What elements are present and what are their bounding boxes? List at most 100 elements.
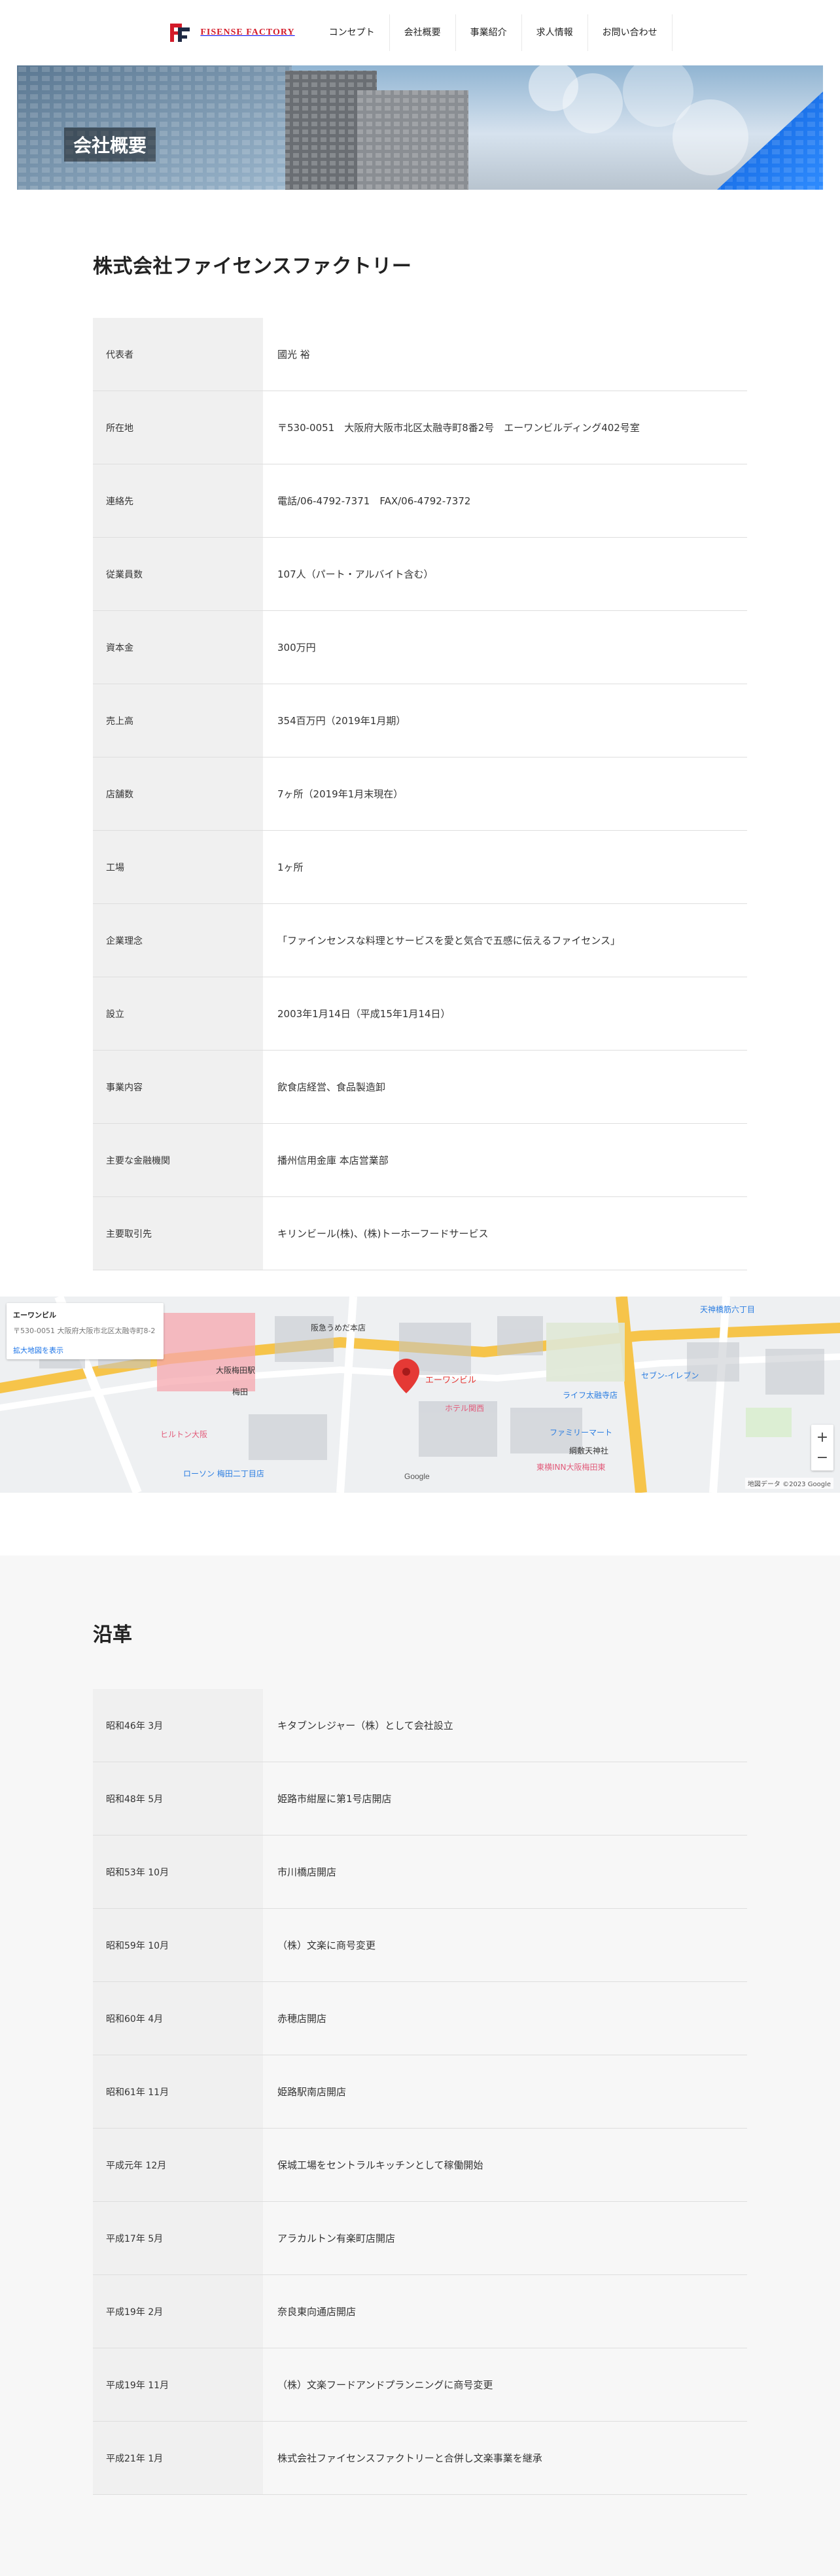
nav-business[interactable]: 事業紹介	[456, 14, 522, 51]
company-name: 株式会社ファイセンスファクトリー	[93, 255, 412, 278]
history-row: 平成21年 1月 株式会社ファイセンスファクトリーと合併し文楽事業を継承	[93, 2421, 747, 2495]
map-zoom-controls[interactable]: + −	[811, 1425, 833, 1471]
history-row: 昭和60年 4月 赤穂店開店	[93, 1981, 747, 2055]
map-pin-label: エーワンビル	[425, 1376, 476, 1385]
history-date: 昭和53年 10月	[93, 1835, 263, 1909]
history-row: 平成19年 11月 （株）文楽フードアンドプランニングに商号変更	[93, 2348, 747, 2422]
nav-company[interactable]: 会社概要	[390, 14, 456, 51]
table-value: 107人（パート・アルバイト含む）	[263, 537, 747, 611]
history-row: 昭和53年 10月 市川橋店開店	[93, 1835, 747, 1909]
table-label: 設立	[93, 977, 263, 1051]
table-row: 売上高 354百万円（2019年1月期）	[93, 684, 747, 757]
history-date: 平成17年 5月	[93, 2201, 263, 2275]
table-label: 連絡先	[93, 464, 263, 538]
map-place-card[interactable]: エーワンビル 〒530-0051 大阪府大阪市北区太融寺町8-2 拡大地図を表示	[7, 1303, 164, 1359]
history-row: 昭和61年 11月 姫路駅南店開店	[93, 2055, 747, 2129]
table-row: 従業員数 107人（パート・アルバイト含む）	[93, 537, 747, 611]
map-label: セブン-イレブン	[641, 1370, 699, 1380]
google-watermark: Google	[404, 1472, 430, 1481]
history-row: 昭和48年 5月 姫路市紺屋に第1号店開店	[93, 1762, 747, 1836]
history-table: 昭和46年 3月 キタブンレジャー（株）として会社設立 昭和48年 5月 姫路市…	[93, 1689, 747, 2495]
brand-logo[interactable]: FISENSE FACTORY	[167, 20, 294, 46]
table-row: 所在地 〒530-0051 大阪府大阪市北区太融寺町8番2号 エーワンビルディン…	[93, 391, 747, 464]
table-value: 2003年1月14日（平成15年1月14日）	[263, 977, 747, 1051]
history-date: 平成21年 1月	[93, 2421, 263, 2495]
history-event: 市川橋店開店	[263, 1835, 747, 1909]
history-title: 沿革	[93, 1624, 132, 1646]
map-label: 梅田	[232, 1387, 248, 1397]
map-credit: 地図データ ©2023 Google	[744, 1478, 833, 1489]
table-label: 資本金	[93, 610, 263, 684]
history-event: キタブンレジャー（株）として会社設立	[263, 1689, 747, 1762]
history-date: 昭和59年 10月	[93, 1908, 263, 1982]
embedded-map[interactable]: 阪急うめだ本店 大阪梅田駅 梅田 ヒルトン大阪 ファミリーマート セブン-イレブ…	[0, 1297, 840, 1493]
history-event: 姫路駅南店開店	[263, 2055, 747, 2129]
map-label: 綱敷天神社	[569, 1446, 608, 1455]
zoom-in-button[interactable]: +	[816, 1429, 828, 1446]
table-row: 代表者 國光 裕	[93, 318, 747, 391]
history-event: （株）文楽フードアンドプランニングに商号変更	[263, 2348, 747, 2422]
history-row: 昭和59年 10月 （株）文楽に商号変更	[93, 1908, 747, 1982]
table-label: 従業員数	[93, 537, 263, 611]
table-value: 300万円	[263, 610, 747, 684]
table-value: 7ヶ所（2019年1月末現在）	[263, 757, 747, 831]
table-row: 主要な金融機関 播州信用金庫 本店営業部	[93, 1123, 747, 1197]
history-row: 平成17年 5月 アラカルトン有楽町店開店	[93, 2201, 747, 2275]
table-value: キリンビール(株)、(株)トーホーフードサービス	[263, 1196, 747, 1270]
table-row: 事業内容 飲食店経営、食品製造卸	[93, 1050, 747, 1124]
page-title-badge: 会社概要	[64, 128, 156, 162]
table-label: 売上高	[93, 684, 263, 757]
table-label: 企業理念	[93, 903, 263, 977]
map-label: 大阪梅田駅	[216, 1365, 255, 1375]
history-event: 保城工場をセントラルキッチンとして稼働開始	[263, 2128, 747, 2202]
map-label: 東横INN大阪梅田東	[536, 1462, 606, 1472]
table-label: 主要な金融機関	[93, 1123, 263, 1197]
history-event: （株）文楽に商号変更	[263, 1908, 747, 1982]
brand-name: FISENSE FACTORY	[200, 27, 295, 37]
map-card-link[interactable]: 拡大地図を表示	[13, 1345, 157, 1355]
history-event: 株式会社ファイセンスファクトリーと合併し文楽事業を継承	[263, 2421, 747, 2495]
history-event: 赤穂店開店	[263, 1981, 747, 2055]
history-date: 平成19年 11月	[93, 2348, 263, 2422]
map-label: ヒルトン大阪	[160, 1430, 207, 1439]
history-wrap: 沿革 昭和46年 3月 キタブンレジャー（株）として会社設立 昭和48年 5月 …	[93, 1618, 747, 2495]
map-label: ホテル関西	[445, 1404, 484, 1413]
table-row: 資本金 300万円	[93, 610, 747, 684]
main-nav: コンセプト 会社概要 事業紹介 求人情報 お問い合わせ	[315, 14, 673, 51]
table-row: 設立 2003年1月14日（平成15年1月14日）	[93, 977, 747, 1051]
hero-banner: 会社概要	[17, 65, 823, 190]
table-value: 354百万円（2019年1月期）	[263, 684, 747, 757]
nav-contact[interactable]: お問い合わせ	[588, 14, 673, 51]
map-card-address: 〒530-0051 大阪府大阪市北区太融寺町8-2	[13, 1327, 156, 1335]
table-value: 國光 裕	[263, 318, 747, 391]
map-label: 阪急うめだ本店	[311, 1323, 366, 1332]
table-label: 事業内容	[93, 1050, 263, 1124]
history-date: 昭和61年 11月	[93, 2055, 263, 2129]
zoom-out-button[interactable]: −	[816, 1450, 828, 1466]
history-event: 奈良東向通店開店	[263, 2274, 747, 2348]
nav-concept[interactable]: コンセプト	[315, 14, 390, 51]
table-value: 電話/06-4792-7371 FAX/06-4792-7372	[263, 464, 747, 538]
table-row: 店舗数 7ヶ所（2019年1月末現在）	[93, 757, 747, 831]
table-value: 〒530-0051 大阪府大阪市北区太融寺町8番2号 エーワンビルディング402…	[263, 391, 747, 464]
history-event: アラカルトン有楽町店開店	[263, 2201, 747, 2275]
history-date: 昭和48年 5月	[93, 1762, 263, 1836]
history-row: 昭和46年 3月 キタブンレジャー（株）として会社設立	[93, 1689, 747, 1762]
table-row: 工場 1ヶ所	[93, 830, 747, 904]
map-label: ライフ太融寺店	[563, 1390, 618, 1400]
table-value: 「ファインセンスな料理とサービスを愛と気合で五感に伝えるファイセンス」	[263, 903, 747, 977]
table-label: 工場	[93, 830, 263, 904]
history-date: 昭和46年 3月	[93, 1689, 263, 1762]
company-info-table: 代表者 國光 裕 所在地 〒530-0051 大阪府大阪市北区太融寺町8番2号 …	[93, 318, 747, 1270]
table-label: 店舗数	[93, 757, 263, 831]
table-row: 主要取引先 キリンビール(株)、(株)トーホーフードサービス	[93, 1196, 747, 1270]
history-date: 昭和60年 4月	[93, 1981, 263, 2055]
table-label: 所在地	[93, 391, 263, 464]
history-event: 姫路市紺屋に第1号店開店	[263, 1762, 747, 1836]
map-label: ファミリーマート	[550, 1428, 612, 1437]
nav-recruit[interactable]: 求人情報	[522, 14, 588, 51]
table-row: 企業理念 「ファインセンスな料理とサービスを愛と気合で五感に伝えるファイセンス」	[93, 903, 747, 977]
map-label: 天神橋筋六丁目	[700, 1304, 755, 1314]
table-label: 主要取引先	[93, 1196, 263, 1270]
map-label: ローソン 梅田二丁目店	[183, 1469, 264, 1478]
